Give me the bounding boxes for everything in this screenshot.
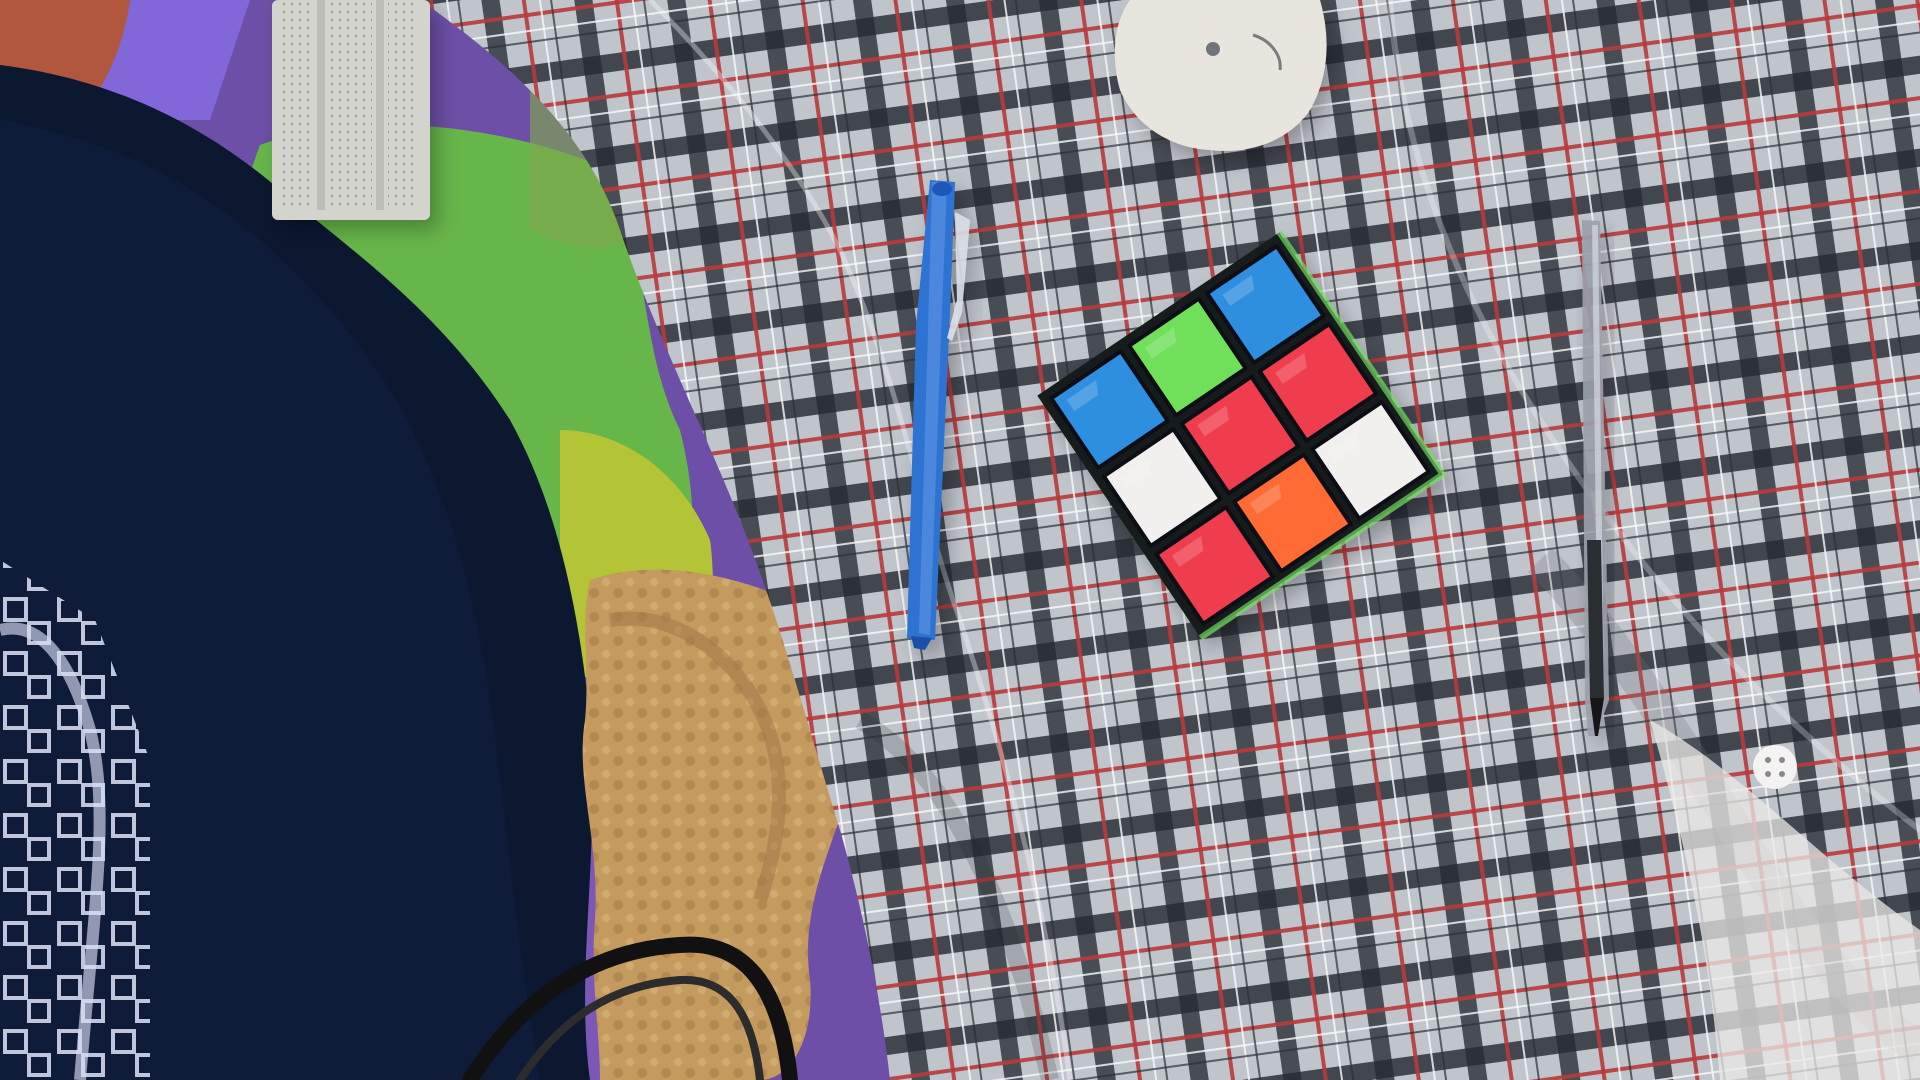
breadboard [272,0,430,220]
photo-canvas [0,0,1920,1080]
photo-scene [0,0,1920,1080]
shirt-button [1753,745,1797,789]
